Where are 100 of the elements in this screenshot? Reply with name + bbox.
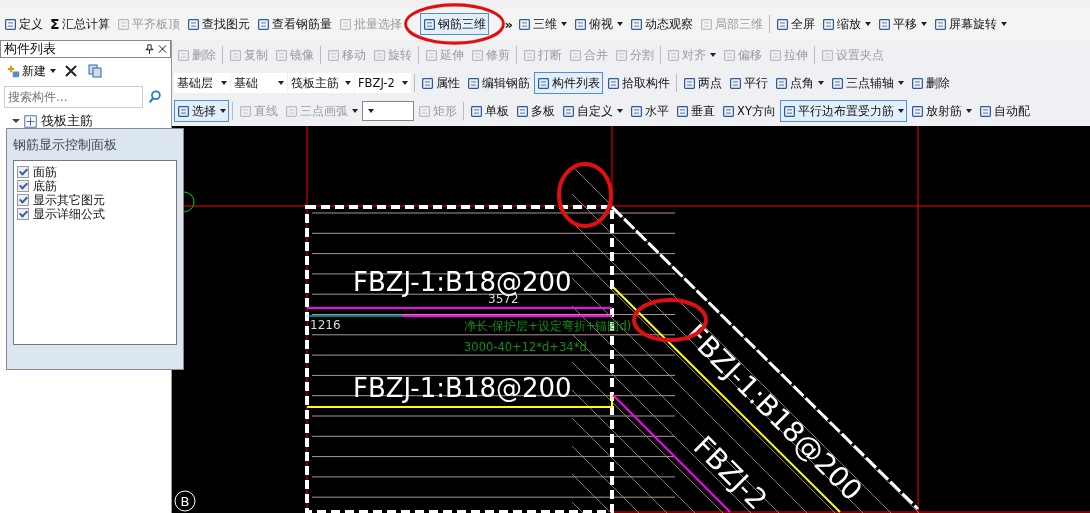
caret-icon — [278, 81, 284, 85]
toolbar-button[interactable]: 平行边布置受力筋 — [779, 100, 907, 122]
toolbar-button[interactable]: 构件列表 — [534, 72, 603, 94]
panel-title: 钢筋显示控制面板 — [13, 137, 118, 154]
square-icon — [338, 17, 352, 31]
caret-icon — [368, 109, 374, 113]
toolbar-button[interactable]: 动态观察 — [627, 13, 696, 35]
grid-icon — [24, 114, 37, 128]
square-icon — [516, 104, 529, 118]
square-icon — [700, 17, 713, 31]
toolbar-button[interactable]: 自动配 — [975, 100, 1033, 122]
toolbar-button[interactable]: 编辑钢筋 — [464, 72, 533, 94]
search-icon — [148, 90, 162, 104]
square-icon — [910, 104, 924, 118]
toolbar-button[interactable]: 垂直 — [673, 100, 718, 122]
panel-title: 构件列表 — [4, 40, 57, 58]
square-icon — [630, 17, 643, 31]
square-icon — [256, 17, 270, 31]
toolbar-button[interactable]: 定义 — [1, 13, 46, 35]
dropdown-field[interactable]: 基础层 — [174, 73, 230, 93]
toolbar-button[interactable]: Σ 汇总计算 — [47, 13, 113, 35]
toolbar-button[interactable]: 自定义 — [559, 100, 626, 122]
toolbar-button[interactable]: 选择 — [174, 100, 229, 122]
checkbox[interactable] — [17, 194, 29, 206]
pin-icon[interactable] — [145, 44, 154, 54]
dimension-text: 1216 — [310, 318, 341, 332]
formula-text: 3000-40+12*d+34*d — [464, 340, 587, 354]
toolbar-button[interactable]: 三维 — [515, 13, 570, 35]
checkbox-option[interactable]: 底筋 — [17, 179, 173, 193]
square-icon — [422, 17, 436, 31]
square-icon — [769, 48, 782, 62]
square-icon — [911, 76, 924, 90]
toolbar-button[interactable]: 三点辅轴 — [828, 72, 907, 94]
square-icon — [722, 104, 735, 118]
new-button[interactable]: 新建 — [4, 60, 59, 82]
square-icon — [177, 48, 190, 62]
square-icon — [562, 104, 575, 118]
more-chevron[interactable]: » — [504, 16, 513, 32]
square-icon — [186, 17, 200, 31]
axis-bubble: B — [174, 490, 196, 512]
square-icon — [116, 17, 130, 31]
rebar-label: FBZJ-1:B18@200 — [353, 373, 572, 403]
square-icon — [275, 48, 288, 62]
square-icon — [177, 104, 190, 118]
toolbar-button[interactable]: 水平 — [627, 100, 672, 122]
toolbar-button[interactable]: 俯视 — [571, 13, 626, 35]
toolbar-button[interactable]: 拾取构件 — [604, 72, 673, 94]
delete-icon[interactable] — [63, 63, 79, 79]
dropdown-field[interactable]: FBZJ-2 — [355, 73, 411, 93]
toolbar-button[interactable]: 属性 — [418, 72, 463, 94]
dropdown-field[interactable]: 基础 — [231, 73, 287, 93]
square-icon — [729, 76, 742, 90]
square-icon — [421, 76, 434, 90]
dropdown-field[interactable] — [362, 101, 414, 121]
plus-icon — [7, 64, 20, 78]
square-icon — [373, 48, 386, 62]
toolbar-button[interactable]: 点角 — [772, 72, 827, 94]
square-icon — [683, 76, 696, 90]
square-icon — [775, 76, 788, 90]
annotation-ellipse — [557, 162, 613, 228]
square-icon — [878, 17, 891, 31]
checkbox-option[interactable]: 显示其它图元 — [17, 193, 173, 207]
toolbar-button[interactable]: 平移 — [875, 13, 930, 35]
checkbox[interactable] — [17, 180, 29, 192]
square-icon — [723, 48, 736, 62]
square-icon — [471, 48, 484, 62]
caret-icon — [402, 81, 408, 85]
square-icon — [327, 48, 340, 62]
square-icon — [776, 17, 789, 31]
toolbar-button[interactable]: 查找图元 — [183, 13, 253, 35]
copy-icon[interactable] — [87, 63, 103, 79]
square-icon — [523, 48, 536, 62]
dropdown-field[interactable]: 筏板主筋 — [288, 73, 354, 93]
toolbar-button[interactable]: 多板 — [513, 100, 558, 122]
caret-icon — [50, 69, 56, 73]
square-icon — [676, 104, 689, 118]
square-icon — [934, 17, 947, 31]
toolbar-button[interactable]: 屏幕旋转 — [931, 13, 1010, 35]
checkbox[interactable] — [17, 208, 29, 220]
toolbar-button[interactable]: 平行 — [726, 72, 771, 94]
toolbar-button[interactable]: 放射筋 — [907, 100, 975, 122]
square-icon — [537, 76, 550, 90]
square-icon — [978, 104, 992, 118]
square-icon — [782, 104, 796, 118]
toolbar-button[interactable]: XY方向 — [719, 100, 779, 122]
square-icon — [4, 17, 17, 31]
toolbar-button[interactable]: 全屏 — [773, 13, 818, 35]
toolbar-button[interactable]: 两点 — [680, 72, 725, 94]
toolbar-button[interactable]: 钢筋三维 — [419, 13, 489, 35]
toolbar-button[interactable]: 单板 — [467, 100, 512, 122]
search-field[interactable]: 搜索构件... — [4, 86, 143, 108]
checkbox-option[interactable]: 显示详细公式 — [17, 207, 173, 221]
toolbar-button[interactable]: 缩放 — [819, 13, 874, 35]
toolbar-button[interactable]: 查看钢筋量 — [253, 13, 335, 35]
close-icon[interactable] — [158, 44, 167, 54]
square-icon — [518, 17, 531, 31]
checkbox[interactable] — [17, 166, 29, 178]
toolbar-button[interactable]: 删除 — [908, 72, 953, 94]
checkbox-option[interactable]: 面筋 — [17, 165, 173, 179]
square-icon — [831, 76, 844, 90]
